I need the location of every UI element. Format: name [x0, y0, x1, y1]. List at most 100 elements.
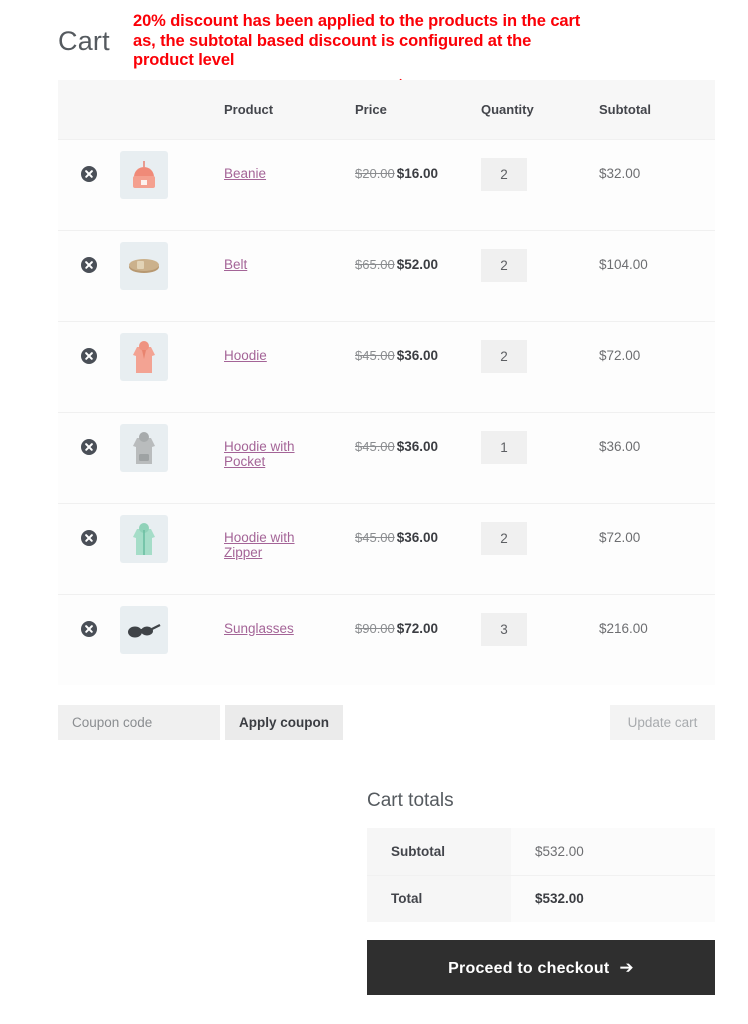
- hoodie-with-zipper-thumbnail[interactable]: [120, 515, 168, 563]
- cell-subtotal: $72.00: [576, 503, 715, 594]
- totals-row-subtotal: Subtotal $532.00: [367, 828, 715, 875]
- cell-price: $65.00$52.00: [325, 230, 458, 321]
- totals-label-subtotal: Subtotal: [367, 828, 511, 875]
- table-row: Beanie $20.00$16.00 $32.00: [58, 139, 715, 230]
- totals-value-subtotal: $532.00: [511, 828, 715, 875]
- table-row: Hoodie with Pocket $45.00$36.00 $36.00: [58, 412, 715, 503]
- hoodie-thumbnail[interactable]: [120, 333, 168, 381]
- cell-subtotal: $32.00: [576, 139, 715, 230]
- cell-remove: [58, 230, 120, 321]
- column-header-product: Product: [192, 80, 325, 139]
- cell-quantity: [458, 594, 576, 685]
- remove-item-icon[interactable]: [81, 257, 97, 273]
- remove-item-icon[interactable]: [81, 530, 97, 546]
- remove-item-icon[interactable]: [81, 348, 97, 364]
- product-link[interactable]: Beanie: [192, 140, 266, 181]
- cell-price: $45.00$36.00: [325, 412, 458, 503]
- cell-product-name: Sunglasses: [192, 594, 325, 685]
- cart-table-header-row: Product Price Quantity Subtotal: [58, 80, 715, 139]
- row-subtotal: $32.00: [576, 140, 715, 181]
- table-row: Sunglasses $90.00$72.00 $216.00: [58, 594, 715, 685]
- cell-price: $45.00$36.00: [325, 503, 458, 594]
- price-discounted: $36.00: [397, 530, 438, 545]
- product-link[interactable]: Belt: [192, 231, 247, 272]
- row-subtotal: $72.00: [576, 504, 715, 545]
- cell-remove: [58, 139, 120, 230]
- table-row: Hoodie $45.00$36.00 $72.00: [58, 321, 715, 412]
- coupon-row: Apply coupon Update cart: [58, 705, 715, 740]
- price-discounted: $16.00: [397, 166, 438, 181]
- cell-thumbnail: [120, 321, 192, 412]
- column-header-subtotal: Subtotal: [576, 80, 715, 139]
- cell-quantity: [458, 139, 576, 230]
- quantity-input[interactable]: [481, 340, 527, 373]
- cell-thumbnail: [120, 594, 192, 685]
- quantity-input[interactable]: [481, 613, 527, 646]
- arrow-right-icon: ➔: [619, 958, 633, 977]
- cart-page: Cart 20% discount has been applied to th…: [0, 0, 748, 1024]
- cell-subtotal: $72.00: [576, 321, 715, 412]
- totals-row-total: Total $532.00: [367, 875, 715, 922]
- cart-table-head: Product Price Quantity Subtotal: [58, 80, 715, 139]
- cart-totals-table: Subtotal $532.00 Total $532.00: [367, 828, 715, 922]
- update-cart-button[interactable]: Update cart: [610, 705, 715, 740]
- column-header-price: Price: [325, 80, 458, 139]
- price-original: $45.00: [355, 439, 395, 454]
- row-subtotal: $36.00: [576, 413, 715, 454]
- sunglasses-thumbnail[interactable]: [120, 606, 168, 654]
- proceed-to-checkout-button[interactable]: Proceed to checkout ➔: [367, 940, 715, 995]
- cell-remove: [58, 321, 120, 412]
- price-original: $45.00: [355, 530, 395, 545]
- remove-item-icon[interactable]: [81, 439, 97, 455]
- remove-item-icon[interactable]: [81, 166, 97, 182]
- price-original: $20.00: [355, 166, 395, 181]
- cell-quantity: [458, 503, 576, 594]
- row-subtotal: $72.00: [576, 322, 715, 363]
- belt-thumbnail[interactable]: [120, 242, 168, 290]
- price-discounted: $52.00: [397, 257, 438, 272]
- price-discounted: $36.00: [397, 439, 438, 454]
- cell-quantity: [458, 321, 576, 412]
- cell-subtotal: $216.00: [576, 594, 715, 685]
- cell-product-name: Hoodie with Pocket: [192, 412, 325, 503]
- cell-product-name: Beanie: [192, 139, 325, 230]
- cell-remove: [58, 594, 120, 685]
- cart-totals-title: Cart totals: [367, 790, 454, 812]
- cell-product-name: Hoodie: [192, 321, 325, 412]
- apply-coupon-button[interactable]: Apply coupon: [225, 705, 343, 740]
- cell-price: $45.00$36.00: [325, 321, 458, 412]
- cell-product-name: Hoodie with Zipper: [192, 503, 325, 594]
- price-discounted: $72.00: [397, 621, 438, 636]
- cell-price: $20.00$16.00: [325, 139, 458, 230]
- column-header-remove: [58, 80, 120, 139]
- product-link[interactable]: Hoodie with Pocket: [192, 413, 325, 469]
- coupon-code-input[interactable]: [58, 705, 220, 740]
- product-link[interactable]: Hoodie: [192, 322, 267, 363]
- cell-subtotal: $36.00: [576, 412, 715, 503]
- product-link[interactable]: Sunglasses: [192, 595, 294, 636]
- checkout-label: Proceed to checkout: [448, 960, 609, 977]
- beanie-thumbnail[interactable]: [120, 151, 168, 199]
- hoodie-with-pocket-thumbnail[interactable]: [120, 424, 168, 472]
- price-discounted: $36.00: [397, 348, 438, 363]
- table-row: Belt $65.00$52.00 $104.00: [58, 230, 715, 321]
- quantity-input[interactable]: [481, 522, 527, 555]
- quantity-input[interactable]: [481, 431, 527, 464]
- cell-product-name: Belt: [192, 230, 325, 321]
- cell-thumbnail: [120, 503, 192, 594]
- cart-table-body: Beanie $20.00$16.00 $32.00: [58, 139, 715, 685]
- remove-item-icon[interactable]: [81, 621, 97, 637]
- column-header-quantity: Quantity: [458, 80, 576, 139]
- cell-thumbnail: [120, 139, 192, 230]
- table-row: Hoodie with Zipper $45.00$36.00 $72.00: [58, 503, 715, 594]
- price-original: $45.00: [355, 348, 395, 363]
- cell-quantity: [458, 412, 576, 503]
- cart-items-table: Product Price Quantity Subtotal: [58, 80, 715, 685]
- price-original: $65.00: [355, 257, 395, 272]
- quantity-input[interactable]: [481, 158, 527, 191]
- product-link[interactable]: Hoodie with Zipper: [192, 504, 325, 560]
- quantity-input[interactable]: [481, 249, 527, 282]
- row-subtotal: $104.00: [576, 231, 715, 272]
- price-original: $90.00: [355, 621, 395, 636]
- annotation-text: 20% discount has been applied to the pro…: [133, 12, 583, 71]
